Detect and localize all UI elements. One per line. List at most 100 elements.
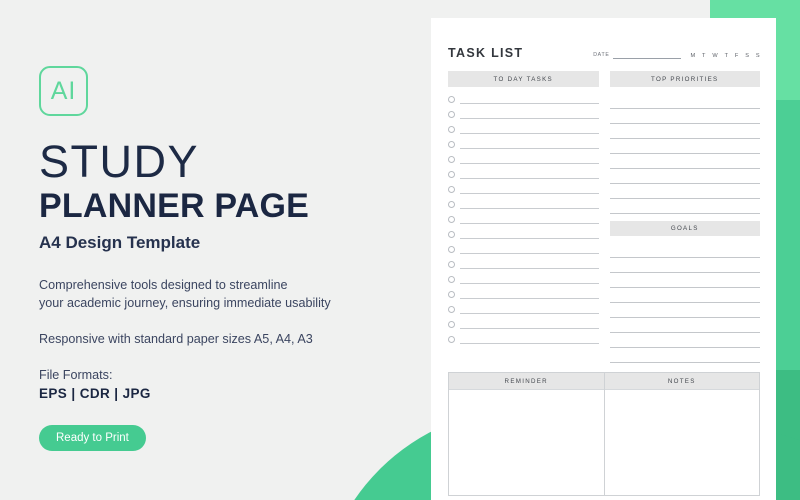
- priority-row[interactable]: [609, 124, 760, 139]
- today-tasks-column: TO DAY TASKS: [448, 71, 599, 363]
- task-checkbox-circle-icon[interactable]: [448, 215, 455, 223]
- task-write-line[interactable]: [460, 192, 599, 194]
- task-checkbox-circle-icon[interactable]: [448, 230, 455, 238]
- task-row[interactable]: [448, 302, 599, 317]
- task-row[interactable]: [448, 242, 599, 257]
- task-write-line[interactable]: [460, 117, 599, 119]
- goal-row[interactable]: [609, 245, 760, 258]
- date-label: DATE: [593, 52, 610, 58]
- bottom-boxes: REMINDER NOTES: [448, 372, 760, 496]
- priority-row[interactable]: [609, 109, 760, 124]
- task-row[interactable]: [448, 137, 599, 152]
- planner-header: TASK LIST DATE M T W T F S S: [448, 40, 760, 60]
- task-row[interactable]: [448, 92, 599, 107]
- goals-header: GOALS: [609, 220, 760, 236]
- task-row[interactable]: [448, 257, 599, 272]
- task-checkbox-circle-icon[interactable]: [448, 275, 455, 283]
- task-row[interactable]: [448, 227, 599, 242]
- task-write-line[interactable]: [460, 267, 599, 269]
- notes-input-area[interactable]: [604, 389, 759, 495]
- task-write-line[interactable]: [460, 132, 599, 134]
- task-write-line[interactable]: [460, 237, 599, 239]
- task-checkbox-circle-icon[interactable]: [448, 110, 455, 118]
- task-write-line[interactable]: [460, 342, 599, 344]
- top-priorities-list: [609, 96, 760, 214]
- task-checkbox-circle-icon[interactable]: [448, 200, 455, 208]
- task-checkbox-circle-icon[interactable]: [448, 170, 455, 178]
- task-write-line[interactable]: [460, 177, 599, 179]
- task-row[interactable]: [448, 107, 599, 122]
- ai-badge-label: AI: [50, 76, 77, 105]
- task-checkbox-circle-icon[interactable]: [448, 260, 455, 268]
- planner-page: TASK LIST DATE M T W T F S S TO DAY TASK…: [431, 18, 776, 500]
- task-row[interactable]: [448, 332, 599, 347]
- weekday-f[interactable]: F: [735, 53, 739, 59]
- weekday-selector[interactable]: M T W T F S S: [690, 53, 760, 59]
- notes-box: NOTES: [603, 373, 759, 495]
- task-write-line[interactable]: [460, 312, 599, 314]
- task-row[interactable]: [448, 182, 599, 197]
- task-checkbox-circle-icon[interactable]: [448, 125, 455, 133]
- task-checkbox-circle-icon[interactable]: [448, 95, 455, 103]
- task-row[interactable]: [448, 122, 599, 137]
- planner-title: TASK LIST: [448, 46, 524, 60]
- task-checkbox-circle-icon[interactable]: [448, 185, 455, 193]
- task-write-line[interactable]: [460, 147, 599, 149]
- task-row[interactable]: [448, 287, 599, 302]
- weekday-s2[interactable]: S: [756, 53, 760, 59]
- notes-header: NOTES: [604, 373, 759, 390]
- task-checkbox-circle-icon[interactable]: [448, 335, 455, 343]
- ready-to-print-badge: Ready to Print: [39, 425, 146, 451]
- goal-row[interactable]: [609, 318, 760, 333]
- description-text: Comprehensive tools designed to streamli…: [39, 277, 420, 313]
- task-row[interactable]: [448, 317, 599, 332]
- responsive-note: Responsive with standard paper sizes A5,…: [39, 332, 313, 347]
- task-checkbox-circle-icon[interactable]: [448, 305, 455, 313]
- task-write-line[interactable]: [460, 252, 599, 254]
- weekday-w[interactable]: W: [712, 53, 718, 59]
- weekday-m[interactable]: M: [690, 53, 695, 59]
- priority-row[interactable]: [609, 184, 760, 199]
- task-write-line[interactable]: [460, 102, 599, 104]
- weekday-s1[interactable]: S: [745, 53, 749, 59]
- task-checkbox-circle-icon[interactable]: [448, 290, 455, 298]
- task-row[interactable]: [448, 212, 599, 227]
- goal-row[interactable]: [609, 333, 760, 348]
- task-write-line[interactable]: [460, 327, 599, 329]
- task-row[interactable]: [448, 152, 599, 167]
- task-write-line[interactable]: [460, 282, 599, 284]
- goal-row[interactable]: [609, 258, 760, 273]
- file-formats-label: File Formats:: [39, 368, 113, 383]
- weekday-t2[interactable]: T: [725, 53, 729, 59]
- task-checkbox-circle-icon[interactable]: [448, 320, 455, 328]
- priority-row[interactable]: [609, 169, 760, 184]
- date-input-line[interactable]: [613, 58, 682, 59]
- goal-row[interactable]: [609, 348, 760, 363]
- weekday-t1[interactable]: T: [702, 53, 706, 59]
- goal-row[interactable]: [609, 288, 760, 303]
- reminder-box: REMINDER: [449, 373, 604, 495]
- task-row[interactable]: [448, 167, 599, 182]
- page-title-secondary: PLANNER PAGE: [39, 187, 310, 226]
- goal-row[interactable]: [609, 273, 760, 288]
- priority-row[interactable]: [609, 139, 760, 154]
- task-write-line[interactable]: [460, 222, 599, 224]
- priority-row[interactable]: [609, 199, 760, 214]
- poster-canvas: AI STUDY PLANNER PAGE A4 Design Template…: [0, 0, 800, 500]
- task-write-line[interactable]: [460, 297, 599, 299]
- task-row[interactable]: [448, 272, 599, 287]
- task-row[interactable]: [448, 197, 599, 212]
- reminder-input-area[interactable]: [449, 389, 604, 495]
- page-subtitle: A4 Design Template: [39, 232, 201, 252]
- task-write-line[interactable]: [460, 207, 599, 209]
- priority-row[interactable]: [609, 154, 760, 169]
- date-field[interactable]: DATE M T W T F S S: [593, 52, 760, 60]
- reminder-header: REMINDER: [449, 373, 604, 390]
- goal-row[interactable]: [609, 303, 760, 318]
- task-checkbox-circle-icon[interactable]: [448, 245, 455, 253]
- task-checkbox-circle-icon[interactable]: [448, 155, 455, 163]
- task-checkbox-circle-icon[interactable]: [448, 140, 455, 148]
- task-write-line[interactable]: [460, 162, 599, 164]
- today-tasks-list: [448, 92, 599, 347]
- priority-row[interactable]: [609, 96, 760, 109]
